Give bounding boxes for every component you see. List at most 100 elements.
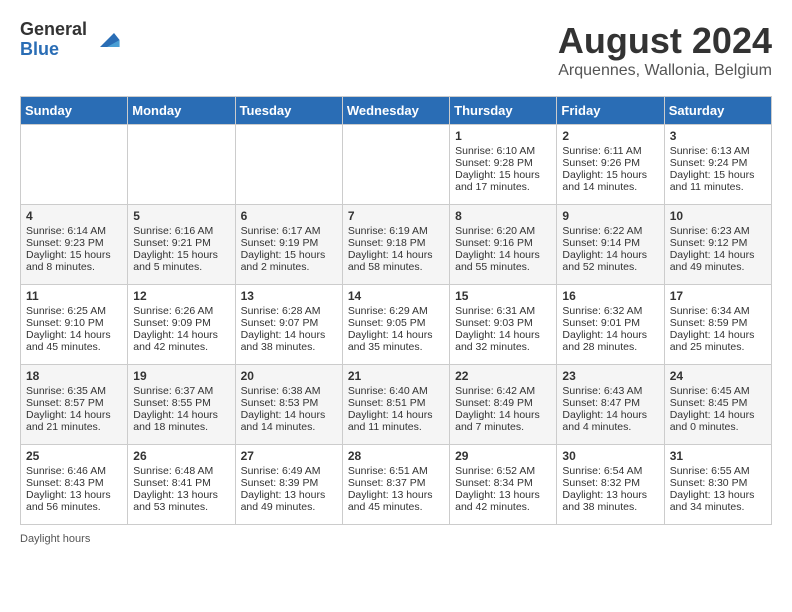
day-number: 20 — [241, 369, 337, 383]
logo-icon — [93, 26, 121, 54]
sunset-text: Sunset: 9:24 PM — [670, 157, 748, 169]
day-number: 24 — [670, 369, 766, 383]
calendar-cell: 31Sunrise: 6:55 AMSunset: 8:30 PMDayligh… — [664, 445, 771, 525]
sunset-text: Sunset: 9:12 PM — [670, 237, 748, 249]
day-number: 12 — [133, 289, 229, 303]
calendar-cell: 17Sunrise: 6:34 AMSunset: 8:59 PMDayligh… — [664, 285, 771, 365]
sunset-text: Sunset: 8:41 PM — [133, 477, 211, 489]
day-number: 2 — [562, 129, 658, 143]
sunrise-text: Sunrise: 6:43 AM — [562, 385, 642, 397]
day-number: 23 — [562, 369, 658, 383]
calendar-cell: 30Sunrise: 6:54 AMSunset: 8:32 PMDayligh… — [557, 445, 664, 525]
sunset-text: Sunset: 9:10 PM — [26, 317, 104, 329]
sunset-text: Sunset: 8:43 PM — [26, 477, 104, 489]
day-number: 19 — [133, 369, 229, 383]
calendar-cell: 10Sunrise: 6:23 AMSunset: 9:12 PMDayligh… — [664, 205, 771, 285]
sunset-text: Sunset: 8:39 PM — [241, 477, 319, 489]
calendar-cell — [235, 125, 342, 205]
calendar-cell — [128, 125, 235, 205]
calendar-cell: 27 Sunrise: 6:49 AMSunset: 8:39 PMDayligh… — [235, 445, 342, 525]
calendar-cell: 8 Sunrise: 6:20 AMSunset: 9:16 PMDaylight… — [450, 205, 557, 285]
calendar-table: SundayMondayTuesdayWednesdayThursdayFrid… — [20, 96, 772, 525]
calendar-cell: 25Sunrise: 6:46 AMSunset: 8:43 PMDayligh… — [21, 445, 128, 525]
daylight-text: Daylight: 14 hours and 18 minutes. — [133, 409, 218, 433]
day-number: 15 — [455, 289, 551, 303]
calendar-cell: 2Sunrise: 6:11 AMSunset: 9:26 PMDaylight… — [557, 125, 664, 205]
sunset-text: Sunset: 9:16 PM — [455, 237, 533, 249]
daylight-text: Daylight: 13 hours and 53 minutes. — [133, 489, 218, 513]
day-number: 21 — [348, 369, 444, 383]
calendar-cell: 20Sunrise: 6:38 AMSunset: 8:53 PMDayligh… — [235, 365, 342, 445]
calendar-cell: 29Sunrise: 6:52 AMSunset: 8:34 PMDayligh… — [450, 445, 557, 525]
sunrise-text: Sunrise: 6:45 AM — [670, 385, 750, 397]
calendar-cell: 24Sunrise: 6:45 AMSunset: 8:45 PMDayligh… — [664, 365, 771, 445]
sunset-text: Sunset: 9:14 PM — [562, 237, 640, 249]
daylight-label: Daylight hours — [20, 533, 90, 545]
sunrise-text: Sunrise: 6:20 AM — [455, 225, 535, 237]
day-number: 27 — [241, 449, 337, 463]
sunset-text: Sunset: 9:21 PM — [133, 237, 211, 249]
day-number: 17 — [670, 289, 766, 303]
sunrise-text: Sunrise: 6:14 AM — [26, 225, 106, 237]
calendar-cell: 11Sunrise: 6:25 AMSunset: 9:10 PMDayligh… — [21, 285, 128, 365]
sunset-text: Sunset: 8:45 PM — [670, 397, 748, 409]
sunrise-text: Sunrise: 6:55 AM — [670, 465, 750, 477]
day-number: 14 — [348, 289, 444, 303]
calendar-cell: 26Sunrise: 6:48 AMSunset: 8:41 PMDayligh… — [128, 445, 235, 525]
calendar-cell: 22Sunrise: 6:42 AMSunset: 8:49 PMDayligh… — [450, 365, 557, 445]
sunrise-text: Sunrise: 6:16 AM — [133, 225, 213, 237]
daylight-text: Daylight: 13 hours and 34 minutes. — [670, 489, 755, 513]
sunset-text: Sunset: 9:05 PM — [348, 317, 426, 329]
day-number: 5 — [133, 209, 229, 223]
day-number: 18 — [26, 369, 122, 383]
calendar-cell: 18Sunrise: 6:35 AMSunset: 8:57 PMDayligh… — [21, 365, 128, 445]
header-day-monday: Monday — [128, 97, 235, 125]
sunset-text: Sunset: 9:01 PM — [562, 317, 640, 329]
sunset-text: Sunset: 9:23 PM — [26, 237, 104, 249]
header-day-wednesday: Wednesday — [342, 97, 449, 125]
daylight-text: Daylight: 13 hours and 45 minutes. — [348, 489, 433, 513]
sunset-text: Sunset: 8:57 PM — [26, 397, 104, 409]
sunset-text: Sunset: 9:09 PM — [133, 317, 211, 329]
sunset-text: Sunset: 8:37 PM — [348, 477, 426, 489]
sunrise-text: Sunrise: 6:10 AM — [455, 145, 535, 157]
sunrise-text: Sunrise: 6:17 AM — [241, 225, 321, 237]
header-day-saturday: Saturday — [664, 97, 771, 125]
daylight-text: Daylight: 14 hours and 35 minutes. — [348, 329, 433, 353]
sunrise-text: Sunrise: 6:51 AM — [348, 465, 428, 477]
logo-general: General — [20, 20, 87, 40]
sunrise-text: Sunrise: 6:52 AM — [455, 465, 535, 477]
calendar-cell: 28Sunrise: 6:51 AMSunset: 8:37 PMDayligh… — [342, 445, 449, 525]
calendar-cell: 4Sunrise: 6:14 AMSunset: 9:23 PMDaylight… — [21, 205, 128, 285]
calendar-cell: 13Sunrise: 6:28 AMSunset: 9:07 PMDayligh… — [235, 285, 342, 365]
sunrise-text: Sunrise: 6:49 AM — [241, 465, 321, 477]
sunset-text: Sunset: 8:59 PM — [670, 317, 748, 329]
sunrise-text: Sunrise: 6:23 AM — [670, 225, 750, 237]
sunset-text: Sunset: 8:51 PM — [348, 397, 426, 409]
daylight-text: Daylight: 14 hours and 42 minutes. — [133, 329, 218, 353]
header-day-tuesday: Tuesday — [235, 97, 342, 125]
week-row-4: 18 Sunrise: 6:35 AMSunset: 8:57 PM Dayligh… — [21, 365, 772, 445]
sunset-text: Sunset: 9:19 PM — [241, 237, 319, 249]
sunrise-text: Sunrise: 6:42 AM — [455, 385, 535, 397]
daylight-text: Daylight: 14 hours and 7 minutes. — [455, 409, 540, 433]
sunset-text: Sunset: 8:34 PM — [455, 477, 533, 489]
sunrise-text: Sunrise: 6:25 AM — [26, 305, 106, 317]
calendar-cell: 21Sunrise: 6:40 AMSunset: 8:51 PMDayligh… — [342, 365, 449, 445]
sunrise-text: Sunrise: 6:32 AM — [562, 305, 642, 317]
calendar-cell: 5Sunrise: 6:16 AMSunset: 9:21 PMDaylight… — [128, 205, 235, 285]
calendar-cell: 7Sunrise: 6:19 AMSunset: 9:18 PMDaylight… — [342, 205, 449, 285]
day-number: 3 — [670, 129, 766, 143]
sunrise-text: Sunrise: 6:35 AM — [26, 385, 106, 397]
day-number: 29 — [455, 449, 551, 463]
day-number: 4 — [26, 209, 122, 223]
daylight-text: Daylight: 13 hours and 56 minutes. — [26, 489, 111, 513]
day-number: 8 — [455, 209, 551, 223]
daylight-text: Daylight: 14 hours and 55 minutes. — [455, 249, 540, 273]
day-number: 13 — [241, 289, 337, 303]
logo: General Blue — [20, 20, 121, 60]
daylight-text: Daylight: 13 hours and 49 minutes. — [241, 489, 326, 513]
calendar-cell: 16Sunrise: 6:32 AMSunset: 9:01 PMDayligh… — [557, 285, 664, 365]
daylight-text: Daylight: 14 hours and 11 minutes. — [348, 409, 433, 433]
sunrise-text: Sunrise: 6:19 AM — [348, 225, 428, 237]
